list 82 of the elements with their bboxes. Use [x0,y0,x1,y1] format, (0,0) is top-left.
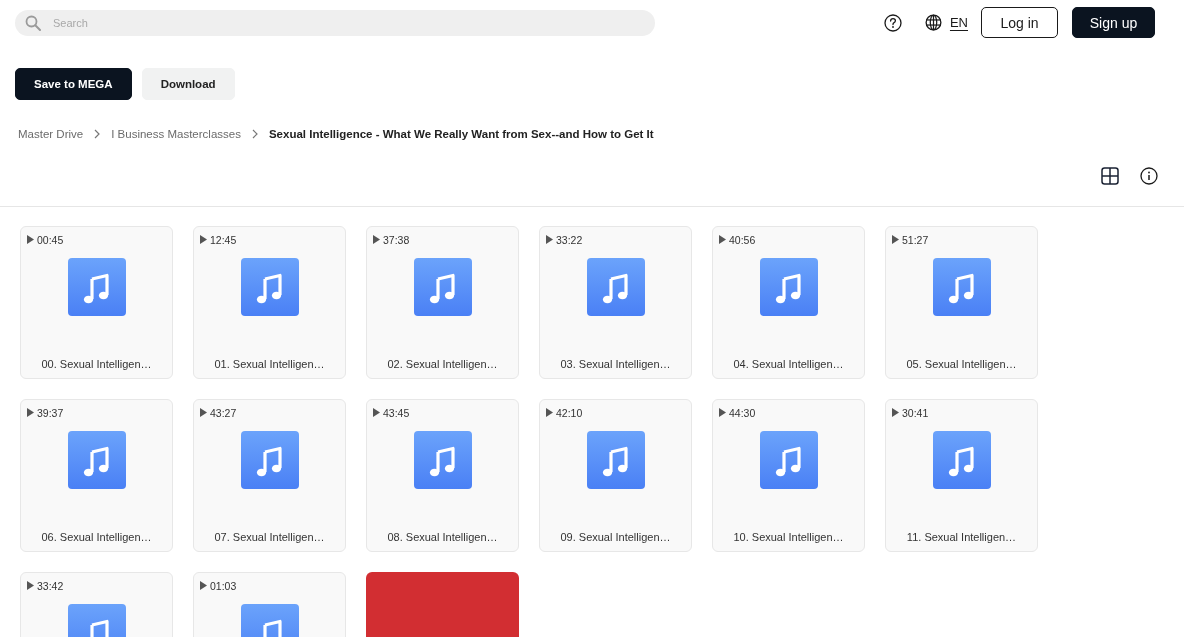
play-icon [200,235,207,244]
play-icon [373,235,380,244]
play-icon [719,408,726,417]
duration-label: 30:41 [902,406,929,419]
duration-label: 37:38 [383,233,410,246]
duration-label: 44:30 [729,406,756,419]
audio-file-tile[interactable]: 44:30 10. Sexual Intelligen… [712,399,865,552]
duration-label: 33:22 [556,233,583,246]
audio-file-tile[interactable]: 33:42 [20,572,173,637]
breadcrumb-item[interactable]: Master Drive [18,128,84,140]
music-note-icon [932,431,991,489]
file-name: 06. Sexual Intelligen… [41,530,152,544]
breadcrumb-item[interactable]: I Business Masterclasses [111,128,241,140]
play-icon [27,235,34,244]
file-name: 04. Sexual Intelligen… [733,357,844,371]
music-note-icon [586,258,645,316]
file-name: 00. Sexual Intelligen… [41,357,152,371]
file-name: 01. Sexual Intelligen… [214,357,325,371]
duration-label: 00:45 [37,233,64,246]
audio-file-tile[interactable]: 12:45 01. Sexual Intelligen… [193,226,346,379]
audio-file-tile[interactable]: 42:10 09. Sexual Intelligen… [539,399,692,552]
play-icon [892,408,899,417]
play-icon [719,235,726,244]
music-note-icon [759,431,818,489]
music-note-icon [67,431,126,489]
audio-file-tile[interactable]: 00:45 00. Sexual Intelligen… [20,226,173,379]
sign-up-button[interactable]: Sign up [1072,7,1155,38]
duration-label: 33:42 [37,579,64,592]
log-in-button[interactable]: Log in [981,7,1058,38]
audio-file-tile[interactable]: 01:03 [193,572,346,637]
audio-file-tile[interactable]: 40:56 04. Sexual Intelligen… [712,226,865,379]
audio-file-tile[interactable]: 43:27 07. Sexual Intelligen… [193,399,346,552]
download-button[interactable]: Download [141,68,235,100]
music-note-icon [240,258,299,316]
save-button[interactable]: Save to MEGA [15,68,132,100]
file-name: 08. Sexual Intelligen… [387,530,498,544]
music-note-icon [67,258,126,316]
globe-icon [924,14,942,31]
duration-label: 39:37 [37,406,64,419]
language-link[interactable]: EN [949,15,968,30]
play-icon [200,408,207,417]
grid-view-icon[interactable] [1101,167,1119,185]
music-note-icon [413,258,472,316]
play-icon [27,581,34,590]
duration-label: 42:10 [556,406,583,419]
music-note-icon [240,431,299,489]
chevron-right-icon [94,129,101,139]
music-note-icon [932,258,991,316]
breadcrumb-item: Sexual Intelligence - What We Really Want from Sex--and How to Get It [268,128,654,140]
audio-file-tile[interactable]: 43:45 08. Sexual Intelligen… [366,399,519,552]
info-icon[interactable] [1140,167,1158,185]
file-name: 05. Sexual Intelligen… [906,357,1017,371]
file-name: 02. Sexual Intelligen… [387,357,498,371]
file-name: 03. Sexual Intelligen… [560,357,671,371]
file-name: 09. Sexual Intelligen… [560,530,671,544]
file-name: 11. Sexual Intelligen… [906,530,1017,544]
audio-file-tile[interactable]: 51:27 05. Sexual Intelligen… [885,226,1038,379]
audio-file-tile[interactable]: 39:37 06. Sexual Intelligen… [20,399,173,552]
duration-label: 01:03 [210,579,237,592]
duration-label: 51:27 [902,233,929,246]
search-field[interactable]: Search [15,9,655,36]
audio-file-tile[interactable]: 30:41 11. Sexual Intelligen… [885,399,1038,552]
play-icon [27,408,34,417]
music-note-icon [413,431,472,489]
file-name: 10. Sexual Intelligen… [733,530,844,544]
play-icon [546,235,553,244]
duration-label: 12:45 [210,233,237,246]
music-note-icon [759,258,818,316]
help-icon[interactable] [883,13,902,32]
play-icon [546,408,553,417]
audio-file-tile[interactable]: 33:22 03. Sexual Intelligen… [539,226,692,379]
duration-label: 40:56 [729,233,756,246]
duration-label: 43:45 [383,406,410,419]
duration-label: 43:27 [210,406,237,419]
search-icon [25,14,41,31]
music-note-icon [586,431,645,489]
play-icon [373,408,380,417]
play-icon [892,235,899,244]
chevron-right-icon [251,129,258,139]
play-icon [200,581,207,590]
file-name: 07. Sexual Intelligen… [214,530,325,544]
audio-file-tile[interactable]: 37:38 02. Sexual Intelligen… [366,226,519,379]
